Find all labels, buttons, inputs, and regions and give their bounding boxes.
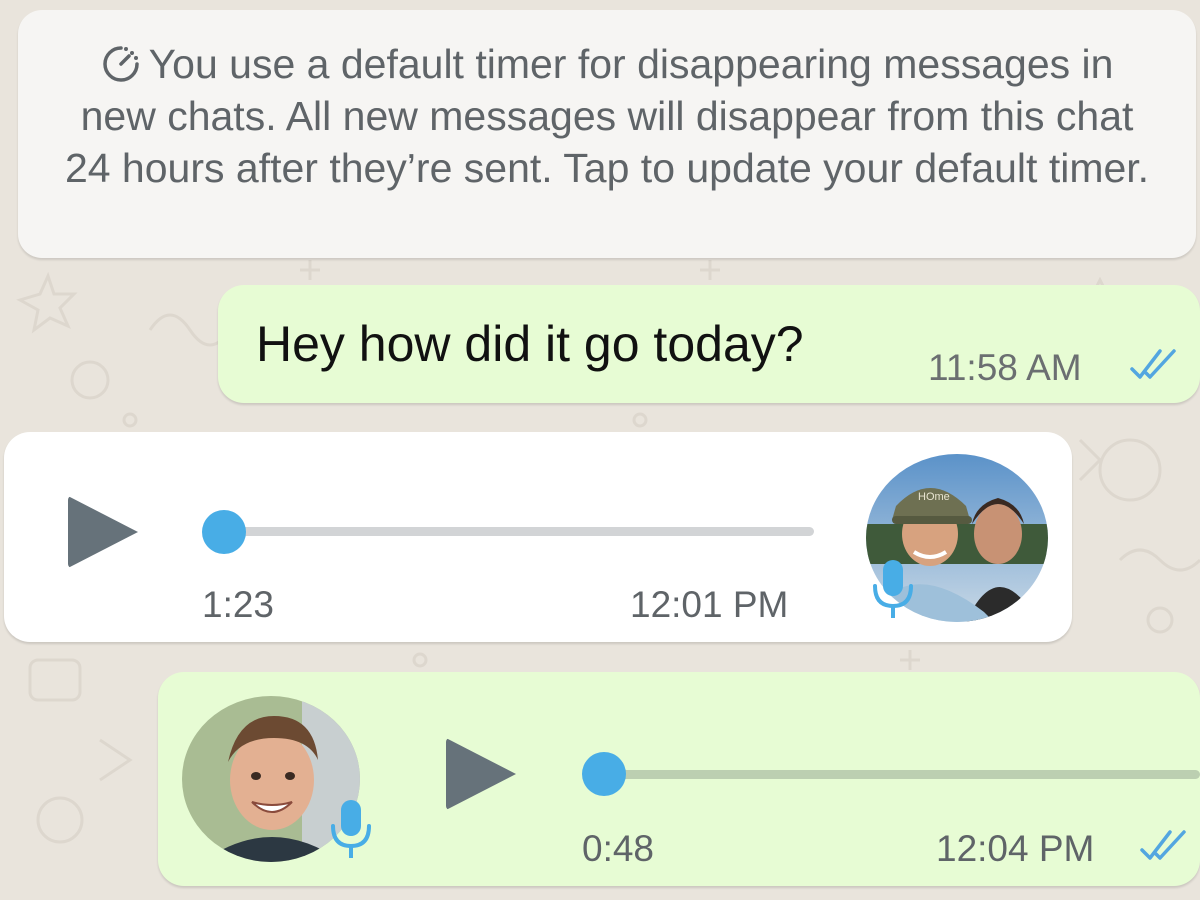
play-icon[interactable] (68, 496, 138, 568)
incoming-voice-message[interactable]: 1:23 12:01 PM HOme (4, 432, 1072, 642)
microphone-icon (873, 560, 913, 618)
notice-text: You use a default timer for disappearing… (64, 41, 1150, 191)
voice-duration: 0:48 (582, 828, 655, 869)
outgoing-text-message[interactable]: Hey how did it go today? 11:58 AM (218, 285, 1200, 403)
message-time: 12:01 PM (630, 584, 789, 625)
double-check-read-icon (1130, 349, 1176, 379)
play-icon[interactable] (446, 738, 516, 810)
voice-progress-knob[interactable] (582, 752, 626, 796)
microphone-icon (331, 800, 371, 858)
voice-progress-track[interactable] (224, 527, 814, 536)
voice-duration: 1:23 (202, 584, 275, 625)
voice-progress-knob[interactable] (202, 510, 246, 554)
double-check-read-icon (1140, 830, 1186, 860)
message-time: 11:58 AM (928, 347, 1082, 388)
message-time: 12:04 PM (936, 828, 1095, 869)
cap-text: HOme (918, 491, 950, 503)
outgoing-voice-message[interactable]: 0:48 12:04 PM (158, 672, 1200, 886)
message-text: Hey how did it go today? (256, 316, 804, 372)
timer-icon (102, 46, 139, 82)
voice-progress-track[interactable] (600, 770, 1200, 779)
disappearing-messages-notice[interactable]: You use a default timer for disappearing… (18, 10, 1196, 258)
